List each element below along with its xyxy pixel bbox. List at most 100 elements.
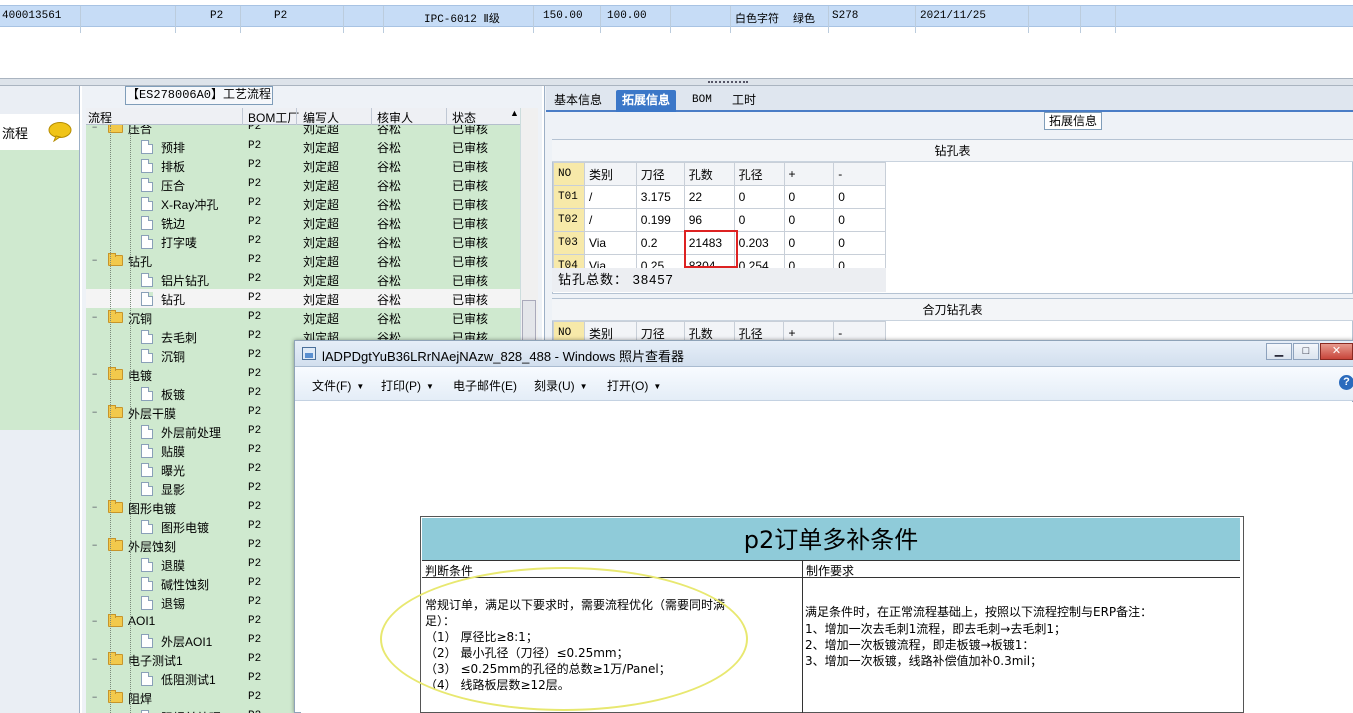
col-flow[interactable]: 流程 xyxy=(88,109,112,126)
maximize-button[interactable]: □ xyxy=(1293,343,1319,360)
tree-step-row[interactable]: 压合 P2 刘定超 谷松 已审核 xyxy=(86,175,520,194)
tree-step-row[interactable]: 预排 P2 刘定超 谷松 已审核 xyxy=(86,137,520,156)
chat-bubble-icon[interactable] xyxy=(48,122,72,143)
menu-print[interactable]: 打印(P) ▼ xyxy=(381,377,434,394)
menu-burn[interactable]: 刻录(U) ▼ xyxy=(534,377,588,394)
order-model: IPC-6012 Ⅱ级 xyxy=(424,14,500,26)
tree-bom-cell: P2 xyxy=(248,463,262,475)
tree-folder-row[interactable]: − 钻孔 P2 刘定超 谷松 已审核 xyxy=(86,251,520,270)
drill-cell[interactable]: 0.199 xyxy=(635,208,685,232)
drill-row[interactable]: T01 / 3.175 22 0 0 0 xyxy=(553,185,886,209)
drill-cell[interactable]: 0 xyxy=(783,254,835,268)
col-status[interactable]: 状态 xyxy=(452,109,476,126)
document-icon xyxy=(141,292,153,306)
tree-step-name: 贴膜 xyxy=(161,445,186,459)
collapse-toggle-icon[interactable]: − xyxy=(92,408,99,417)
tree-step-name: X-Ray冲孔 xyxy=(161,198,219,212)
tree-reviewer-cell: 谷松 xyxy=(377,125,402,136)
collapse-toggle-icon[interactable]: − xyxy=(92,370,99,379)
collapse-toggle-icon[interactable]: − xyxy=(92,541,99,550)
drill-cell[interactable]: 0.254 xyxy=(733,254,785,268)
drill-cell[interactable]: 0 xyxy=(833,231,886,255)
drill-cell[interactable]: T03 xyxy=(553,231,585,255)
tree-folder-row[interactable]: − 沉铜 P2 刘定超 谷松 已审核 xyxy=(86,308,520,327)
help-icon[interactable]: ? xyxy=(1339,375,1353,390)
tree-step-row[interactable]: X-Ray冲孔 P2 刘定超 谷松 已审核 xyxy=(86,194,520,213)
selected-order-row[interactable]: 400013561 P2 P2 IPC-6012 Ⅱ级 150.00 100.0… xyxy=(0,5,1353,33)
collapse-toggle-icon[interactable]: − xyxy=(92,617,99,626)
drill-cell[interactable]: 0 xyxy=(783,231,835,255)
collapse-toggle-icon[interactable]: − xyxy=(92,313,99,322)
tree-reviewer-cell: 谷松 xyxy=(377,293,402,307)
tree-step-row[interactable]: 铝片钻孔 P2 刘定超 谷松 已审核 xyxy=(86,270,520,289)
splitter-grip[interactable] xyxy=(708,81,748,85)
tree-step-row[interactable]: 排板 P2 刘定超 谷松 已审核 xyxy=(86,156,520,175)
tab-bom[interactable]: BOM xyxy=(686,90,718,112)
tree-bom-cell: P2 xyxy=(248,254,262,266)
menu-email[interactable]: 电子邮件(E) xyxy=(453,377,517,394)
collapse-toggle-icon[interactable]: − xyxy=(92,655,99,664)
drill-cell[interactable]: / xyxy=(583,208,637,232)
drill-cell[interactable]: 3.175 xyxy=(635,185,685,209)
drill-cell[interactable]: T01 xyxy=(553,185,585,209)
col-reviewer[interactable]: 核审人 xyxy=(377,109,413,126)
collapse-toggle-icon[interactable]: − xyxy=(92,693,99,702)
tab-basic-info[interactable]: 基本信息 xyxy=(548,90,608,112)
tab-work-hours[interactable]: 工时 xyxy=(726,90,762,112)
drill-cell[interactable]: 0 xyxy=(833,185,886,209)
drill-cell[interactable]: 0.203 xyxy=(733,231,785,255)
collapse-toggle-icon[interactable]: − xyxy=(92,125,99,132)
drill-cell[interactable]: 0 xyxy=(833,254,886,268)
tree-guide-line xyxy=(130,125,131,713)
tree-reviewer-cell: 谷松 xyxy=(377,236,402,250)
close-button[interactable]: ✕ xyxy=(1320,343,1353,360)
tree-reviewer-cell: 谷松 xyxy=(377,179,402,193)
drill-cell[interactable]: 96 xyxy=(683,208,735,232)
tree-status-cell: 已审核 xyxy=(452,160,489,174)
col-bom[interactable]: BOM工厂 xyxy=(248,109,299,126)
tree-step-name: 退膜 xyxy=(161,559,186,573)
highlight-annotation-box xyxy=(684,230,738,268)
tree-bom-cell: P2 xyxy=(248,596,262,608)
tree-step-name: 曝光 xyxy=(161,464,186,478)
drill-cell[interactable]: / xyxy=(583,185,637,209)
minimize-button[interactable]: ▁ xyxy=(1266,343,1292,360)
drill-cell[interactable]: 0 xyxy=(733,185,785,209)
scroll-up-icon[interactable]: ▲ xyxy=(510,108,519,118)
tree-scrollbar-thumb[interactable] xyxy=(522,300,536,342)
tree-step-row[interactable]: 钻孔 P2 刘定超 谷松 已审核 xyxy=(86,289,520,308)
tree-bom-cell: P2 xyxy=(248,539,262,551)
tree-step-name: 去毛刺 xyxy=(161,331,198,345)
drill-cell[interactable]: Via xyxy=(583,254,637,268)
drill-cell[interactable]: 0 xyxy=(783,208,835,232)
drill-total-label: 钻孔总数： xyxy=(558,272,629,287)
tree-bom-cell: P2 xyxy=(248,634,262,646)
drill-cell[interactable]: 0.2 xyxy=(635,231,685,255)
tree-step-row[interactable]: 打字唛 P2 刘定超 谷松 已审核 xyxy=(86,232,520,251)
collapse-toggle-icon[interactable]: − xyxy=(92,503,99,512)
drill-cell[interactable]: Via xyxy=(583,231,637,255)
tree-step-name: 碱性蚀刻 xyxy=(161,578,210,592)
drill-cell[interactable]: 0 xyxy=(733,208,785,232)
drill-cell[interactable]: T02 xyxy=(553,208,585,232)
tab-extended-info[interactable]: 拓展信息 xyxy=(616,90,677,112)
drill-row[interactable]: T02 / 0.199 96 0 0 0 xyxy=(553,208,886,232)
drill-cell[interactable]: 22 xyxy=(683,185,735,209)
drill-cell[interactable]: 0 xyxy=(833,208,886,232)
flow-label: 流程 xyxy=(2,126,29,141)
drill-cell[interactable]: 0 xyxy=(783,185,835,209)
document-icon xyxy=(141,197,153,211)
tree-folder-row[interactable]: − 压合 P2 刘定超 谷松 已审核 xyxy=(86,125,520,137)
tree-step-row[interactable]: 铣边 P2 刘定超 谷松 已审核 xyxy=(86,213,520,232)
tree-step-name: 阻焊前处理 xyxy=(161,709,221,713)
document-icon xyxy=(141,216,153,230)
menu-file[interactable]: 文件(F) ▼ xyxy=(312,377,364,394)
drill-cell[interactable]: 0.25 xyxy=(635,254,685,268)
menu-print-label: 打印(P) xyxy=(381,379,421,393)
drill-cell[interactable]: T04 xyxy=(553,254,585,268)
menu-open[interactable]: 打开(O) ▼ xyxy=(607,377,661,394)
col-writer[interactable]: 编写人 xyxy=(303,109,339,126)
document-icon xyxy=(141,159,153,173)
splitter[interactable] xyxy=(0,78,1353,86)
collapse-toggle-icon[interactable]: − xyxy=(92,256,99,265)
